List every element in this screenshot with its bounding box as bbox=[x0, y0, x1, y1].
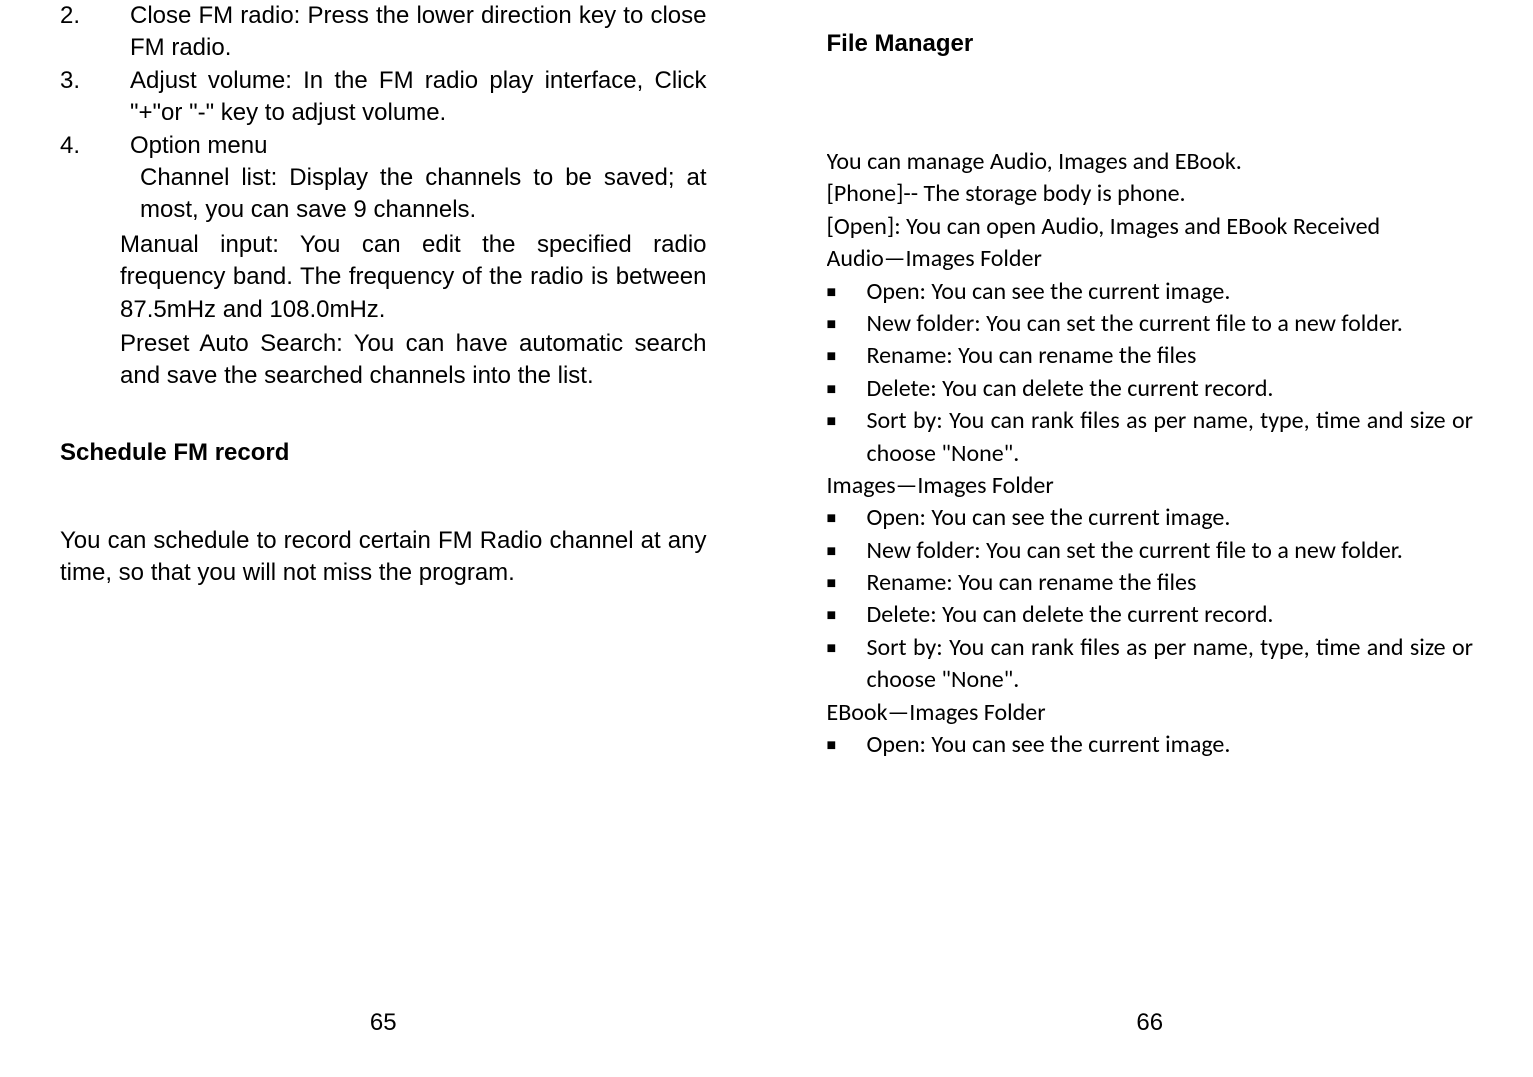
list-item: Open: You can see the current image. bbox=[827, 502, 1474, 534]
list-item: Sort by: You can rank files as per name,… bbox=[827, 405, 1474, 470]
list-text: Close FM radio: Press the lower directio… bbox=[130, 0, 707, 65]
file-manager-heading: File Manager bbox=[827, 30, 1474, 58]
page-right-content: File Manager You can manage Audio, Image… bbox=[827, 0, 1474, 1077]
sec1-list: Open: You can see the current image. New… bbox=[827, 276, 1474, 470]
list-item-3: 3. Adjust volume: In the FM radio play i… bbox=[60, 65, 707, 130]
schedule-heading: Schedule FM record bbox=[60, 439, 707, 467]
list-text: Sort by: You can rank files as per name,… bbox=[867, 405, 1474, 470]
list-text: Sort by: You can rank files as per name,… bbox=[867, 632, 1474, 697]
list-text: Adjust volume: In the FM radio play inte… bbox=[130, 65, 707, 130]
list-item: Sort by: You can rank files as per name,… bbox=[827, 632, 1474, 697]
page-right: File Manager You can manage Audio, Image… bbox=[767, 0, 1533, 1077]
list-text: Open: You can see the current image. bbox=[867, 729, 1474, 761]
list-item: New folder: You can set the current file… bbox=[827, 535, 1474, 567]
sec2-title: Images—Images Folder bbox=[827, 470, 1474, 502]
page-left: 2. Close FM radio: Press the lower direc… bbox=[0, 0, 767, 1077]
list-text: Delete: You can delete the current recor… bbox=[867, 599, 1474, 631]
schedule-body: You can schedule to record certain FM Ra… bbox=[60, 525, 707, 590]
list-num: 4. bbox=[60, 130, 130, 162]
list-item: Open: You can see the current image. bbox=[827, 276, 1474, 308]
list-text: Option menu bbox=[130, 130, 707, 162]
sec3-list: Open: You can see the current image. bbox=[827, 729, 1474, 761]
page-spread: 2. Close FM radio: Press the lower direc… bbox=[0, 0, 1533, 1077]
list-text: New folder: You can set the current file… bbox=[867, 308, 1474, 340]
list-text: Open: You can see the current image. bbox=[867, 276, 1474, 308]
list-text: Rename: You can rename the files bbox=[867, 567, 1474, 599]
list-item-4: 4. Option menu bbox=[60, 130, 707, 162]
list-num: 2. bbox=[60, 0, 130, 65]
option-manual-input: Manual input: You can edit the specified… bbox=[120, 229, 707, 326]
list-num: 3. bbox=[60, 65, 130, 130]
page-number-right: 66 bbox=[767, 1009, 1533, 1037]
sec3-title: EBook—Images Folder bbox=[827, 697, 1474, 729]
option-channel-list: Channel list: Display the channels to be… bbox=[140, 162, 707, 227]
list-item: Delete: You can delete the current recor… bbox=[827, 373, 1474, 405]
list-item: Rename: You can rename the files bbox=[827, 567, 1474, 599]
list-item: Delete: You can delete the current recor… bbox=[827, 599, 1474, 631]
list-item-2: 2. Close FM radio: Press the lower direc… bbox=[60, 0, 707, 65]
list-text: New folder: You can set the current file… bbox=[867, 535, 1474, 567]
option-preset-auto: Preset Auto Search: You can have automat… bbox=[120, 328, 707, 393]
intro-line-3: [Open]: You can open Audio, Images and E… bbox=[827, 211, 1474, 243]
sec1-title: Audio—Images Folder bbox=[827, 243, 1474, 275]
page-left-content: 2. Close FM radio: Press the lower direc… bbox=[60, 0, 707, 1077]
list-text: Delete: You can delete the current recor… bbox=[867, 373, 1474, 405]
list-item: New folder: You can set the current file… bbox=[827, 308, 1474, 340]
sec2-list: Open: You can see the current image. New… bbox=[827, 502, 1474, 696]
page-number-left: 65 bbox=[0, 1009, 767, 1037]
intro-line-1: You can manage Audio, Images and EBook. bbox=[827, 146, 1474, 178]
list-text: Rename: You can rename the files bbox=[867, 340, 1474, 372]
intro-line-2: [Phone]-- The storage body is phone. bbox=[827, 178, 1474, 210]
list-text: Open: You can see the current image. bbox=[867, 502, 1474, 534]
list-item: Rename: You can rename the files bbox=[827, 340, 1474, 372]
list-item: Open: You can see the current image. bbox=[827, 729, 1474, 761]
